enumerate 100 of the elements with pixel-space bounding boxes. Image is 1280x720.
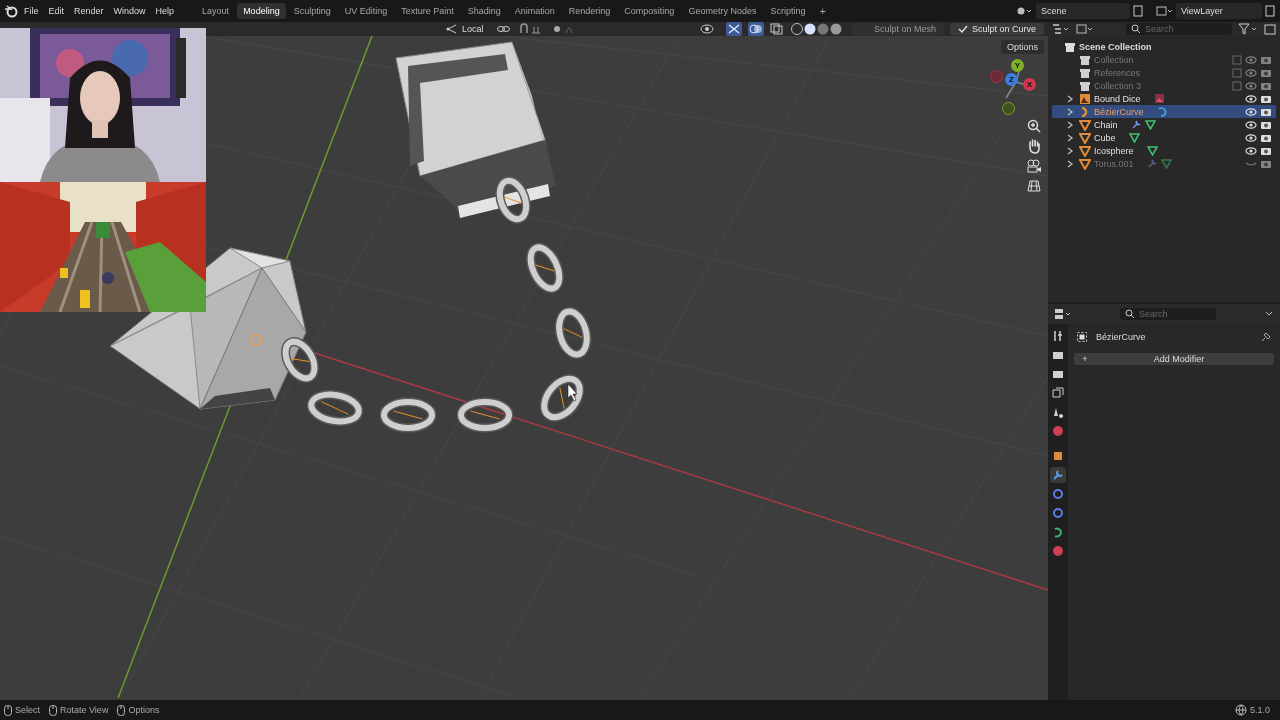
expand-icon[interactable] <box>1066 146 1074 155</box>
properties-tab[interactable] <box>1050 505 1066 521</box>
overlays-toggle-icon[interactable] <box>747 22 764 36</box>
camera-icon[interactable] <box>1260 145 1272 156</box>
outliner-row[interactable]: Icosphere <box>1052 144 1276 157</box>
view-layer-icon[interactable] <box>1156 5 1174 17</box>
editor-type-icon[interactable] <box>1054 308 1072 320</box>
checkbox[interactable] <box>1232 67 1242 78</box>
chain-link <box>554 307 592 359</box>
ring-icon <box>1052 507 1064 519</box>
status-hint: Rotate View <box>60 705 109 715</box>
editor-type-icon[interactable] <box>1052 23 1070 35</box>
outliner-row[interactable]: Chain <box>1052 118 1276 131</box>
pin-icon[interactable] <box>1260 331 1272 343</box>
checkmark-icon <box>957 24 968 34</box>
gizmo-axis-handle[interactable]: X <box>1023 78 1036 91</box>
expand-icon[interactable] <box>1066 107 1074 116</box>
eye-icon[interactable] <box>1245 106 1257 117</box>
workspace-tab[interactable]: UV Editing <box>338 3 394 19</box>
triangle-icon[interactable] <box>1146 145 1158 156</box>
outliner-item-name[interactable]: Cube <box>1094 132 1116 143</box>
outliner-item-name[interactable]: Bound Dice <box>1094 93 1141 104</box>
chain-link <box>495 176 531 224</box>
scene-field[interactable]: Scene <box>1036 3 1130 19</box>
sculpt-toggle[interactable]: Sculpt on Curve <box>949 23 1044 35</box>
expand-icon[interactable] <box>1066 159 1074 168</box>
workspace-tab[interactable]: Rendering <box>562 3 617 19</box>
add-modifier-button[interactable]: + Add Modifier <box>1074 353 1274 365</box>
eye-icon[interactable] <box>1245 145 1257 156</box>
xray-icon[interactable] <box>769 23 784 35</box>
wrench-icon[interactable] <box>1130 119 1142 130</box>
triangle-icon[interactable] <box>1144 119 1156 130</box>
eye-icon[interactable] <box>1245 93 1257 104</box>
tool-icon <box>1052 330 1064 342</box>
camera-icon[interactable] <box>1260 119 1272 130</box>
chevron-icon[interactable] <box>1264 310 1274 318</box>
properties-tab[interactable] <box>1050 486 1066 502</box>
workspace-tab[interactable]: Layout <box>196 3 236 19</box>
object-name: BézierCurve <box>1096 332 1146 342</box>
scene-collection-label[interactable]: Scene Collection <box>1079 41 1152 52</box>
options-button[interactable]: Options <box>1000 40 1044 54</box>
menu-item[interactable]: Edit <box>44 4 69 18</box>
curve-icon[interactable] <box>1156 106 1168 117</box>
workspace-tab[interactable]: Scripting <box>764 3 812 19</box>
outliner-item-name[interactable]: Icosphere <box>1094 145 1134 156</box>
workspace-tab[interactable]: Shading <box>461 3 507 19</box>
camera-icon[interactable] <box>1260 132 1272 143</box>
mouse-icon <box>117 704 126 716</box>
menu-item[interactable]: Render <box>70 4 108 18</box>
triangle-icon[interactable] <box>1128 132 1140 143</box>
display-mode-icon[interactable] <box>1076 23 1094 35</box>
outliner-row[interactable]: Cube <box>1052 131 1276 144</box>
grid-icon[interactable] <box>1026 178 1042 194</box>
gizmo-axis-handle[interactable]: Y <box>1011 59 1024 72</box>
menu-item[interactable]: Help <box>151 4 179 18</box>
menu-item[interactable]: Window <box>109 4 150 18</box>
eye-icon[interactable] <box>1245 119 1257 130</box>
expand-icon[interactable] <box>1066 133 1074 142</box>
status-hint: Options <box>128 705 160 715</box>
image-icon[interactable] <box>1153 93 1165 104</box>
curve-icon <box>1052 526 1064 538</box>
checkbox[interactable] <box>1232 80 1242 91</box>
workspace-tab[interactable]: Animation <box>508 3 561 19</box>
camera-icon[interactable] <box>1026 158 1042 174</box>
workspace-tab[interactable]: Compositing <box>618 3 681 19</box>
camera-icon[interactable] <box>1260 106 1272 117</box>
gizmo-axis-handle[interactable] <box>1002 102 1015 115</box>
view-layer-field[interactable]: ViewLayer <box>1176 3 1262 19</box>
gizmo-axis-handle[interactable] <box>990 70 1003 83</box>
add-workspace-button[interactable]: + <box>813 2 836 20</box>
pivot-dropdown[interactable]: Local <box>440 23 490 35</box>
outliner-item-name[interactable]: BézierCurve <box>1094 106 1144 117</box>
gizmo-toggle-icon[interactable] <box>725 22 742 36</box>
camera-icon[interactable] <box>1260 93 1272 104</box>
zoom-icon[interactable] <box>1026 118 1042 134</box>
properties-tab[interactable] <box>1050 467 1066 483</box>
triangle-icon[interactable] <box>1160 158 1172 169</box>
menu-item[interactable]: File <box>20 4 43 18</box>
workspace-tab[interactable]: Sculpting <box>287 3 337 19</box>
workspace-tab[interactable]: Texture Paint <box>395 3 460 19</box>
expand-icon[interactable] <box>1066 94 1074 103</box>
new-collection-icon[interactable] <box>1264 23 1276 35</box>
expand-icon[interactable] <box>1066 120 1074 129</box>
chain-link <box>379 397 437 433</box>
workspace-tab[interactable]: Modeling <box>237 3 286 19</box>
workspace-tab[interactable]: Geometry Nodes <box>682 3 763 19</box>
scene-icon[interactable] <box>1016 5 1034 17</box>
outliner-item-name[interactable]: Chain <box>1094 119 1118 130</box>
viewport[interactable]: Options Y X Z <box>0 36 1048 700</box>
mouse-icon <box>49 704 57 716</box>
triangle-icon <box>1079 157 1091 170</box>
outliner-row[interactable]: BézierCurve <box>1052 105 1276 118</box>
link-icon[interactable] <box>495 23 512 35</box>
gizmo-axis-handle[interactable]: Z <box>1005 73 1018 86</box>
square-icon <box>1052 450 1064 462</box>
filter-icon[interactable] <box>1238 23 1258 35</box>
outliner-row[interactable]: Bound Dice <box>1052 92 1276 105</box>
hand-icon[interactable] <box>1026 138 1042 154</box>
checkbox[interactable] <box>1232 54 1242 65</box>
eye-icon[interactable] <box>1245 132 1257 143</box>
